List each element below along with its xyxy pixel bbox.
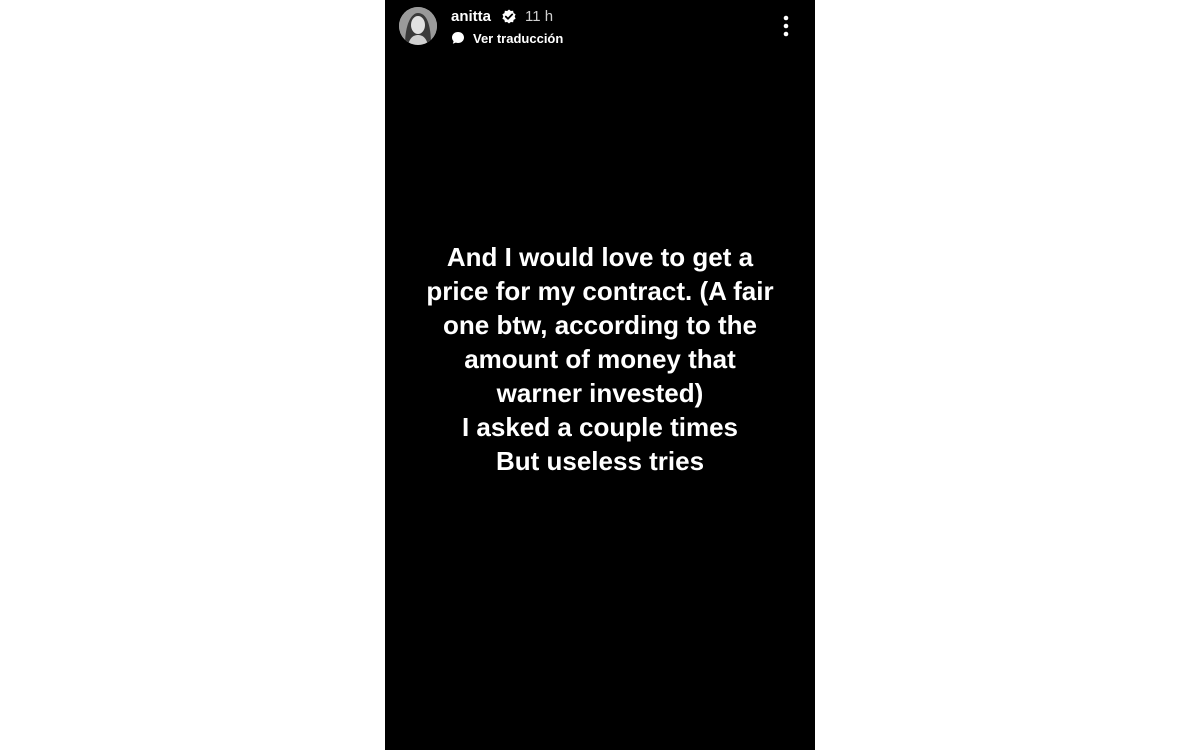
username[interactable]: anitta	[451, 7, 491, 27]
story-text-line: warner invested)	[496, 378, 704, 408]
more-options-icon[interactable]	[775, 12, 797, 40]
avatar[interactable]	[399, 7, 437, 45]
story-text-line: But useless tries	[495, 446, 705, 476]
story-text-line: And I would love to get a	[446, 242, 754, 272]
story-header: anitta 11 h Ver traducción	[385, 0, 815, 56]
story-text-line: one btw, according to the	[443, 310, 757, 340]
translate-label: Ver traducción	[473, 30, 564, 46]
verified-badge-icon	[502, 9, 516, 24]
page: anitta 11 h Ver traducción And I would l…	[0, 0, 1200, 750]
translate-button[interactable]: Ver traducción	[451, 29, 563, 47]
story-text: And I would love to get a price for my c…	[385, 240, 815, 478]
story-text-line: amount of money that	[464, 344, 736, 374]
story-viewer[interactable]: anitta 11 h Ver traducción And I would l…	[385, 0, 815, 750]
story-text-line: I asked a couple times	[461, 412, 738, 442]
translate-icon	[452, 32, 464, 44]
timestamp: 11 h	[525, 8, 554, 25]
story-text-line: price for my contract. (A fair	[426, 276, 774, 306]
avatar-photo	[399, 7, 437, 45]
